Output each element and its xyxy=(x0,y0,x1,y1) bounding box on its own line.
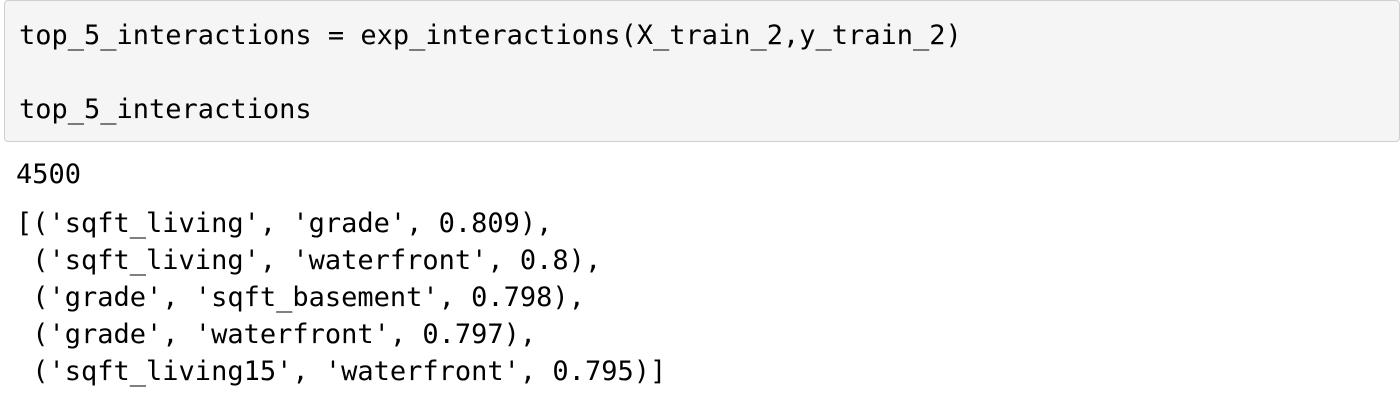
result-line: [('sqft_living', 'grade', 0.809), xyxy=(16,208,553,239)
execute-result: [('sqft_living', 'grade', 0.809), ('sqft… xyxy=(16,205,1400,390)
code-line[interactable]: top_5_interactions xyxy=(19,91,1399,128)
code-input-area[interactable]: top_5_interactions = exp_interactions(X_… xyxy=(4,0,1400,142)
notebook-cell: top_5_interactions = exp_interactions(X_… xyxy=(0,0,1400,420)
result-line: ('grade', 'sqft_basement', 0.798), xyxy=(16,282,585,313)
result-line: ('sqft_living', 'waterfront', 0.8), xyxy=(16,245,602,276)
code-line-blank[interactable] xyxy=(19,54,1399,91)
cell-output-area: 4500 [('sqft_living', 'grade', 0.809), (… xyxy=(0,152,1400,420)
result-line: ('sqft_living15', 'waterfront', 0.795)] xyxy=(16,356,667,387)
code-line[interactable]: top_5_interactions = exp_interactions(X_… xyxy=(19,17,1399,54)
stdout-output: 4500 xyxy=(16,159,82,190)
result-line: ('grade', 'waterfront', 0.797), xyxy=(16,319,537,350)
